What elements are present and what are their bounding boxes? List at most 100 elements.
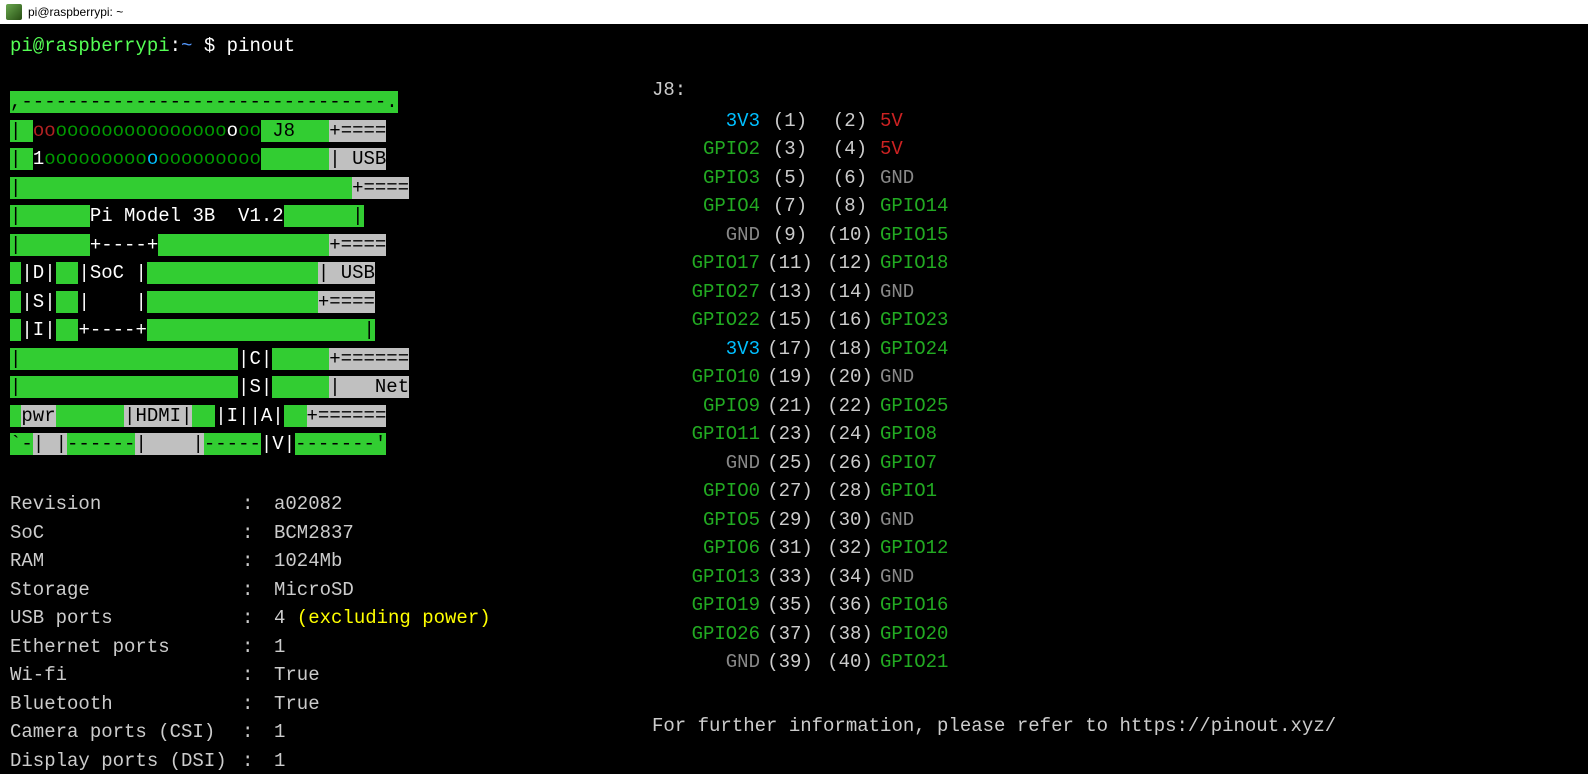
pin-num-right: (10): [820, 221, 880, 250]
sysinfo-row: USB ports:4 (excluding power): [10, 604, 491, 633]
pin-row: GND(25)(26)GPIO7: [652, 449, 988, 478]
pin-num-right: (20): [820, 363, 880, 392]
pins-header: J8:: [652, 76, 988, 105]
pin-num-left: (31): [760, 534, 820, 563]
pin-row: GPIO6(31)(32)GPIO12: [652, 534, 988, 563]
pin-num-right: (2): [820, 107, 880, 136]
pin-right-label: GND: [880, 506, 988, 535]
sysinfo-sep: :: [242, 604, 274, 633]
pin-left-label: GPIO0: [652, 477, 760, 506]
prompt-user-host: pi@raspberrypi: [10, 35, 170, 57]
pin-right-label: GPIO15: [880, 221, 988, 250]
pin-num-right: (18): [820, 335, 880, 364]
pin-right-label: GPIO25: [880, 392, 988, 421]
pin-left-label: 3V3: [652, 107, 760, 136]
sysinfo-label: Bluetooth: [10, 690, 242, 719]
pin-row: GPIO26(37)(38)GPIO20: [652, 620, 988, 649]
pin-num-right: (14): [820, 278, 880, 307]
board-ascii-art: ,--------------------------------. | ooo…: [10, 88, 530, 459]
sysinfo-row: SoC:BCM2837: [10, 519, 491, 548]
sysinfo-value: 1: [274, 633, 285, 662]
pin-row: GND(39)(40)GPIO21: [652, 648, 988, 677]
pin-num-left: (19): [760, 363, 820, 392]
sysinfo-label: Ethernet ports: [10, 633, 242, 662]
pin-row: GPIO5(29)(30)GND: [652, 506, 988, 535]
terminal[interactable]: pi@raspberrypi:~ $ pinout ,-------------…: [0, 24, 1588, 774]
sysinfo-row: RAM:1024Mb: [10, 547, 491, 576]
prompt-dollar: $: [204, 35, 215, 57]
pin-num-left: (35): [760, 591, 820, 620]
pin-row: GPIO19(35)(36)GPIO16: [652, 591, 988, 620]
sysinfo-sep: :: [242, 633, 274, 662]
pin-left-label: GPIO5: [652, 506, 760, 535]
pin-left-label: GPIO10: [652, 363, 760, 392]
sysinfo-value: 4 (excluding power): [274, 604, 491, 633]
putty-icon: [6, 4, 22, 20]
pin-num-right: (8): [820, 192, 880, 221]
footer-link[interactable]: https://pinout.xyz/: [1119, 715, 1336, 737]
pin-num-right: (24): [820, 420, 880, 449]
prompt-sep: :: [170, 35, 181, 57]
pin-right-label: GPIO24: [880, 335, 988, 364]
pin-num-right: (34): [820, 563, 880, 592]
sysinfo-sep: :: [242, 747, 274, 774]
sysinfo-row: Revision:a02082: [10, 490, 491, 519]
pin-num-left: (37): [760, 620, 820, 649]
pin-num-right: (30): [820, 506, 880, 535]
sysinfo-row: Bluetooth:True: [10, 690, 491, 719]
pin-num-left: (11): [760, 249, 820, 278]
pin-right-label: GND: [880, 164, 988, 193]
pin-num-left: (7): [760, 192, 820, 221]
sysinfo-label: Revision: [10, 490, 242, 519]
pin-left-label: GND: [652, 449, 760, 478]
pin-right-label: GPIO8: [880, 420, 988, 449]
pin-left-label: GND: [652, 648, 760, 677]
sysinfo-sep: :: [242, 519, 274, 548]
pin-right-label: GPIO16: [880, 591, 988, 620]
footer-text: For further information, please refer to…: [652, 712, 1336, 741]
pin-num-right: (28): [820, 477, 880, 506]
sysinfo-label: USB ports: [10, 604, 242, 633]
sysinfo-label: Wi-fi: [10, 661, 242, 690]
pin-num-right: (40): [820, 648, 880, 677]
pin-num-right: (32): [820, 534, 880, 563]
sysinfo-value: BCM2837: [274, 519, 354, 548]
pin-row: GPIO10(19)(20)GND: [652, 363, 988, 392]
sysinfo-value: 1024Mb: [274, 547, 342, 576]
sysinfo-table: Revision:a02082SoC:BCM2837RAM:1024MbStor…: [10, 490, 491, 774]
pin-num-left: (39): [760, 648, 820, 677]
sysinfo-row: Ethernet ports:1: [10, 633, 491, 662]
window-titlebar: pi@raspberrypi: ~: [0, 0, 1588, 24]
pin-left-label: GPIO2: [652, 135, 760, 164]
sysinfo-value: a02082: [274, 490, 342, 519]
sysinfo-value: True: [274, 661, 320, 690]
pin-num-right: (36): [820, 591, 880, 620]
pin-left-label: GPIO17: [652, 249, 760, 278]
pin-right-label: GPIO18: [880, 249, 988, 278]
sysinfo-sep: :: [242, 490, 274, 519]
sysinfo-sep: :: [242, 576, 274, 605]
prompt-path: ~: [181, 35, 192, 57]
pin-num-left: (29): [760, 506, 820, 535]
pin-num-left: (9): [760, 221, 820, 250]
sysinfo-row: Wi-fi:True: [10, 661, 491, 690]
pin-num-right: (38): [820, 620, 880, 649]
prompt-command: pinout: [227, 35, 295, 57]
pin-num-right: (6): [820, 164, 880, 193]
pin-row: GPIO11(23)(24)GPIO8: [652, 420, 988, 449]
pin-right-label: GND: [880, 563, 988, 592]
pin-num-left: (5): [760, 164, 820, 193]
sysinfo-label: RAM: [10, 547, 242, 576]
pin-left-label: GPIO4: [652, 192, 760, 221]
pin-right-label: GPIO14: [880, 192, 988, 221]
sysinfo-sep: :: [242, 661, 274, 690]
pin-num-left: (33): [760, 563, 820, 592]
sysinfo-label: Display ports (DSI): [10, 747, 242, 774]
sysinfo-row: Display ports (DSI):1: [10, 747, 491, 774]
pin-right-label: GPIO23: [880, 306, 988, 335]
sysinfo-sep: :: [242, 690, 274, 719]
sysinfo-value: True: [274, 690, 320, 719]
pin-row: 3V3(1)(2)5V: [652, 107, 988, 136]
prompt-line: pi@raspberrypi:~ $ pinout: [10, 32, 1578, 61]
pin-row: GPIO0(27)(28)GPIO1: [652, 477, 988, 506]
